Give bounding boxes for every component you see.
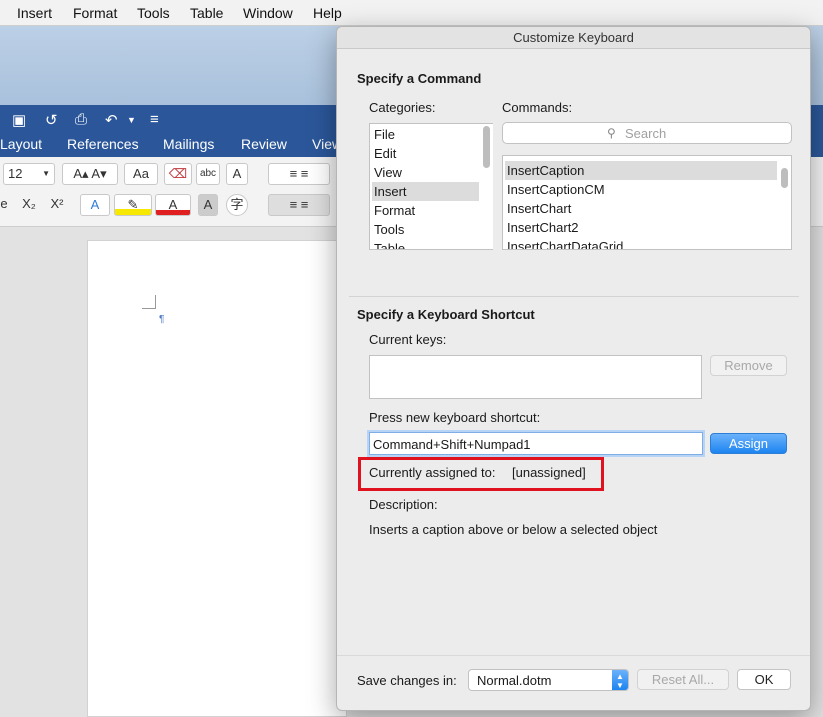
commands-scrollbar[interactable]: [781, 168, 788, 188]
new-shortcut-value: Command+Shift+Numpad1: [373, 437, 531, 452]
enclose-characters-icon[interactable]: 字: [226, 194, 248, 216]
current-keys-label: Current keys:: [369, 332, 447, 347]
subscript-icon[interactable]: X₂: [18, 194, 40, 216]
save-changes-popup[interactable]: Normal.dotm ▲ ▼: [468, 669, 629, 691]
tab-review[interactable]: Review: [241, 136, 287, 152]
description-text: Inserts a caption above or below a selec…: [369, 522, 658, 537]
command-insertchartdatagrid[interactable]: InsertChartDataGrid: [505, 237, 777, 249]
command-insertcaptioncm[interactable]: InsertCaptionCM: [505, 180, 777, 199]
font-grow-shrink-buttons[interactable]: A▴ A▾: [62, 163, 118, 185]
command-insertcaption[interactable]: InsertCaption: [505, 161, 777, 180]
font-size-dropdown[interactable]: 12 ▼: [3, 163, 55, 185]
reset-all-button[interactable]: Reset All...: [637, 669, 729, 690]
menu-table[interactable]: Table: [190, 5, 223, 21]
text-box-icon[interactable]: A: [226, 163, 248, 185]
new-shortcut-input[interactable]: Command+Shift+Numpad1: [369, 432, 703, 455]
commands-label: Commands:: [502, 100, 573, 115]
customize-toolbar-icon[interactable]: ≡: [150, 111, 159, 128]
dialog-title: Customize Keyboard: [337, 27, 810, 49]
font-size-value: 12: [8, 166, 23, 181]
currently-assigned-label: Currently assigned to:: [369, 465, 496, 480]
change-case-button[interactable]: Aa: [124, 163, 158, 185]
category-tools[interactable]: Tools: [372, 220, 479, 239]
menu-help[interactable]: Help: [313, 5, 342, 21]
margin-corner-mark: [142, 295, 156, 309]
updown-arrows-icon: ▲ ▼: [612, 670, 628, 690]
tab-references[interactable]: References: [67, 136, 139, 152]
categories-label: Categories:: [369, 100, 436, 115]
command-section-title: Specify a Command: [357, 71, 482, 86]
text-effects-icon[interactable]: A: [80, 194, 110, 216]
tab-mailings[interactable]: Mailings: [163, 136, 214, 152]
section-divider: [349, 296, 799, 297]
strikethrough-icon[interactable]: e: [0, 194, 12, 216]
command-insertchart2[interactable]: InsertChart2: [505, 218, 777, 237]
font-color-icon[interactable]: A: [155, 194, 191, 216]
document-page[interactable]: ¶: [87, 240, 347, 717]
tab-layout[interactable]: Layout: [0, 136, 42, 152]
superscript-icon[interactable]: X²: [46, 194, 68, 216]
command-search-input[interactable]: ⚲ Search: [502, 122, 792, 144]
menu-bar: Insert Format Tools Table Window Help: [0, 0, 823, 26]
commands-list[interactable]: InsertCaption InsertCaptionCM InsertChar…: [502, 155, 792, 250]
remove-button[interactable]: Remove: [710, 355, 787, 376]
spelling-icon[interactable]: abc: [196, 163, 220, 185]
clear-formatting-icon[interactable]: ⌫: [164, 163, 192, 185]
command-insertchart[interactable]: InsertChart: [505, 199, 777, 218]
menu-tools[interactable]: Tools: [137, 5, 170, 21]
print-icon[interactable]: ⎙: [75, 111, 87, 128]
search-placeholder: Search: [625, 126, 667, 141]
categories-scrollbar[interactable]: [483, 126, 490, 168]
chevron-down-icon: ▼: [42, 169, 50, 178]
shortcut-section-title: Specify a Keyboard Shortcut: [357, 307, 535, 322]
currently-assigned-value: [unassigned]: [512, 465, 586, 480]
search-icon: ⚲: [607, 126, 616, 140]
bullets-list-icon[interactable]: ≡ ≡: [268, 163, 330, 185]
save-icon[interactable]: ▣: [12, 111, 26, 129]
assign-button[interactable]: Assign: [710, 433, 787, 454]
category-file[interactable]: File: [372, 125, 479, 144]
undo-dropdown-icon[interactable]: ▼: [127, 115, 136, 125]
menu-insert[interactable]: Insert: [17, 5, 52, 21]
category-insert[interactable]: Insert: [372, 182, 479, 201]
ok-button[interactable]: OK: [737, 669, 791, 690]
save-changes-value: Normal.dotm: [477, 673, 552, 688]
description-label: Description:: [369, 497, 438, 512]
highlight-color-icon[interactable]: ✎: [114, 194, 152, 216]
menu-window[interactable]: Window: [243, 5, 293, 21]
redo-icon[interactable]: ↺: [45, 111, 58, 129]
footer-divider: [337, 655, 810, 656]
align-left-icon[interactable]: ≡ ≡: [268, 194, 330, 216]
category-view[interactable]: View: [372, 163, 479, 182]
undo-icon[interactable]: ↶: [105, 111, 118, 129]
customize-keyboard-dialog: Customize Keyboard Specify a Command Cat…: [336, 26, 811, 711]
paragraph-mark: ¶: [159, 314, 165, 325]
category-table[interactable]: Table: [372, 239, 479, 249]
character-shading-icon[interactable]: A: [198, 194, 218, 216]
category-edit[interactable]: Edit: [372, 144, 479, 163]
menu-format[interactable]: Format: [73, 5, 117, 21]
new-shortcut-label: Press new keyboard shortcut:: [369, 410, 541, 425]
categories-list[interactable]: File Edit View Insert Format Tools Table: [369, 123, 493, 250]
current-keys-list[interactable]: [369, 355, 702, 399]
save-changes-label: Save changes in:: [357, 673, 457, 688]
category-format[interactable]: Format: [372, 201, 479, 220]
